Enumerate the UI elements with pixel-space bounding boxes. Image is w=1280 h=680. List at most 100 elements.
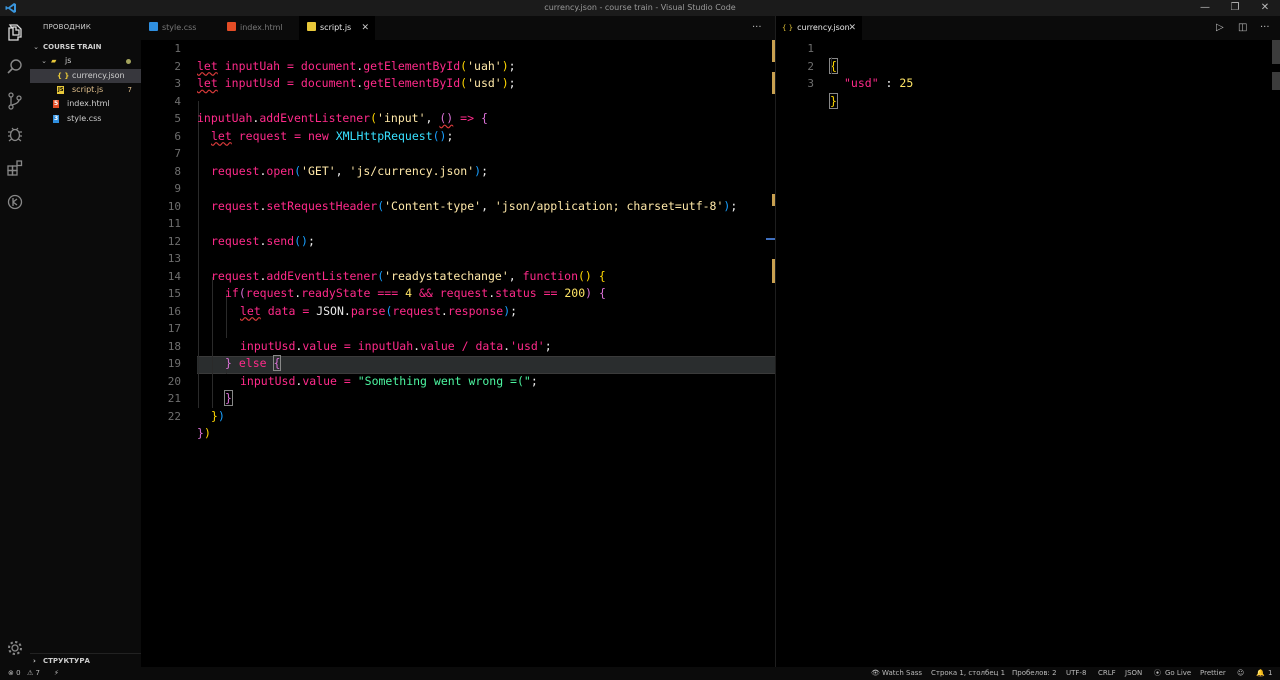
workspace-root-label: COURSE TRAIN: [43, 43, 102, 51]
indentation[interactable]: Пробелов: 2: [1012, 667, 1057, 680]
code-line: inputUsd.value = inputUah.value / data.'…: [240, 338, 552, 353]
explorer-sidebar: ПРОВОДНИК ⌄ COURSE TRAIN ⌄ ▰ js { } curr…: [30, 16, 141, 667]
code-line: if(request.readyState === 4 && request.s…: [225, 286, 606, 300]
scrollbar-thumb[interactable]: [1272, 40, 1280, 64]
code-line: inputUsd.value = "Something went wrong =…: [240, 373, 538, 388]
tab-label: index.html: [240, 23, 283, 32]
js-file-icon: [307, 22, 316, 31]
file-index-html[interactable]: 5 index.html: [30, 97, 141, 111]
go-live-button[interactable]: Go Live: [1165, 667, 1191, 680]
code-line: }: [829, 92, 838, 109]
json-file-icon: { }: [57, 72, 70, 80]
code-line: request.send();: [211, 233, 315, 248]
title-bar: currency.json - course train - Visual St…: [0, 0, 1280, 16]
code-line: let inputUah = document.getElementById('…: [197, 58, 516, 73]
split-editor-icon[interactable]: ◫: [1238, 16, 1247, 40]
chevron-down-icon: ⌄: [41, 57, 47, 65]
feedback-icon[interactable]: ☺: [1237, 667, 1244, 680]
folder-label: js: [65, 56, 72, 65]
tab-label: script.js: [320, 23, 352, 32]
watch-sass-button[interactable]: Watch Sass: [882, 667, 922, 680]
folder-js[interactable]: ⌄ ▰ js: [30, 54, 141, 68]
vscode-logo-icon: [5, 2, 17, 14]
modified-dot-icon: [126, 59, 131, 64]
code-line: } else {: [225, 355, 282, 371]
tab-index-html[interactable]: index.html: [219, 16, 299, 40]
tab-label: currency.json: [797, 23, 850, 32]
explorer-icon[interactable]: [5, 22, 25, 42]
encoding[interactable]: UTF-8: [1066, 667, 1086, 680]
window-title: currency.json - course train - Visual St…: [544, 3, 736, 12]
workspace-root[interactable]: ⌄ COURSE TRAIN: [30, 40, 141, 54]
run-icon[interactable]: ▷: [1216, 16, 1224, 40]
tab-currency-json[interactable]: { } currency.json ✕: [776, 16, 862, 40]
code-line: "usd" : 25: [844, 76, 914, 90]
remote-icon[interactable]: [5, 192, 25, 212]
css-file-icon: [149, 22, 158, 31]
scrollbar-thumb[interactable]: [1272, 72, 1280, 90]
language-mode[interactable]: JSON: [1125, 667, 1142, 680]
folder-icon: ▰: [51, 57, 57, 65]
explorer-header: ПРОВОДНИК: [43, 23, 92, 31]
code-line: let data = JSON.parse(request.response);: [240, 303, 518, 318]
outline-section[interactable]: › СТРУКТУРА: [30, 653, 141, 667]
extensions-icon[interactable]: [5, 158, 25, 178]
notification-count[interactable]: 1: [1268, 667, 1272, 680]
more-actions-icon[interactable]: ···: [752, 16, 762, 40]
gear-icon[interactable]: [5, 638, 25, 658]
code-line: }: [224, 390, 233, 406]
watch-sass-icon: 👁: [871, 669, 880, 677]
indent-guide: [212, 277, 213, 408]
close-tab-icon[interactable]: ✕: [848, 16, 856, 40]
search-icon[interactable]: [5, 57, 25, 77]
chevron-down-icon: ⌄: [33, 43, 39, 51]
prettier-button[interactable]: Prettier: [1200, 667, 1226, 680]
file-script-js[interactable]: JS script.js 7: [30, 83, 141, 97]
broadcast-icon: ⦿: [1154, 669, 1161, 677]
code-line: }): [197, 426, 211, 440]
indent-guide: [198, 101, 199, 408]
code-line: let inputUsd = document.getElementById('…: [197, 76, 516, 90]
css-file-icon: 3: [53, 115, 60, 123]
chevron-right-icon: ›: [33, 657, 36, 665]
tab-label: style.css: [162, 23, 197, 32]
current-line-highlight: [197, 356, 775, 374]
outline-label: СТРУКТУРА: [43, 657, 90, 665]
tab-style-css[interactable]: style.css: [141, 16, 219, 40]
file-label: index.html: [67, 99, 110, 108]
left-editor[interactable]: 1 2 3 4 5 6 7 8 9 10 11 12 13 14 15 16 17 18 19 20 21 22 let …: [141, 40, 775, 667]
file-label: currency.json: [72, 71, 125, 80]
code-line: inputUah.addEventListener('input', () =>…: [197, 111, 488, 125]
errors-count[interactable]: ⊗ 0: [8, 667, 21, 680]
bell-icon[interactable]: 🔔: [1256, 667, 1265, 680]
status-bar: ⊗ 0 ⚠ 7 ⚡ 👁 Watch Sass Строка 1, столбец…: [0, 667, 1280, 680]
indent-guide: [831, 57, 832, 74]
live-share-icon[interactable]: ⚡: [54, 667, 59, 680]
close-window-button[interactable]: ✕: [1250, 0, 1280, 16]
close-tab-icon[interactable]: ✕: [361, 16, 369, 40]
file-label: style.css: [67, 114, 102, 123]
tab-script-js[interactable]: script.js ✕: [299, 16, 375, 40]
cursor-position[interactable]: Строка 1, столбец 1: [931, 667, 1005, 680]
html-file-icon: [227, 22, 236, 31]
code-line: let request = new XMLHttpRequest();: [211, 128, 454, 143]
source-control-icon[interactable]: [5, 91, 25, 111]
js-file-icon: JS: [57, 86, 65, 94]
json-file-icon: { }: [782, 24, 794, 32]
warnings-count[interactable]: ⚠ 7: [27, 667, 40, 680]
code-line: }): [211, 408, 225, 423]
scrollbar-cursor-marker: [766, 238, 775, 240]
restore-button[interactable]: ❐: [1220, 0, 1250, 16]
line-ending[interactable]: CRLF: [1098, 667, 1116, 680]
right-editor[interactable]: 123 { "usd" : 25 }: [776, 40, 1280, 667]
left-tab-bar: style.css index.html script.js ✕: [141, 16, 775, 40]
minimize-button[interactable]: —: [1190, 0, 1220, 16]
code-line: request.open('GET', 'js/currency.json');: [211, 163, 489, 178]
file-style-css[interactable]: 3 style.css: [30, 112, 141, 126]
more-actions-icon[interactable]: ···: [1260, 16, 1270, 40]
code-line: request.setRequestHeader('Content-type',…: [211, 198, 738, 213]
debug-icon[interactable]: [5, 124, 25, 144]
file-currency-json[interactable]: { } currency.json: [30, 69, 141, 83]
file-label: script.js: [72, 85, 104, 94]
code-line: {: [829, 57, 838, 74]
